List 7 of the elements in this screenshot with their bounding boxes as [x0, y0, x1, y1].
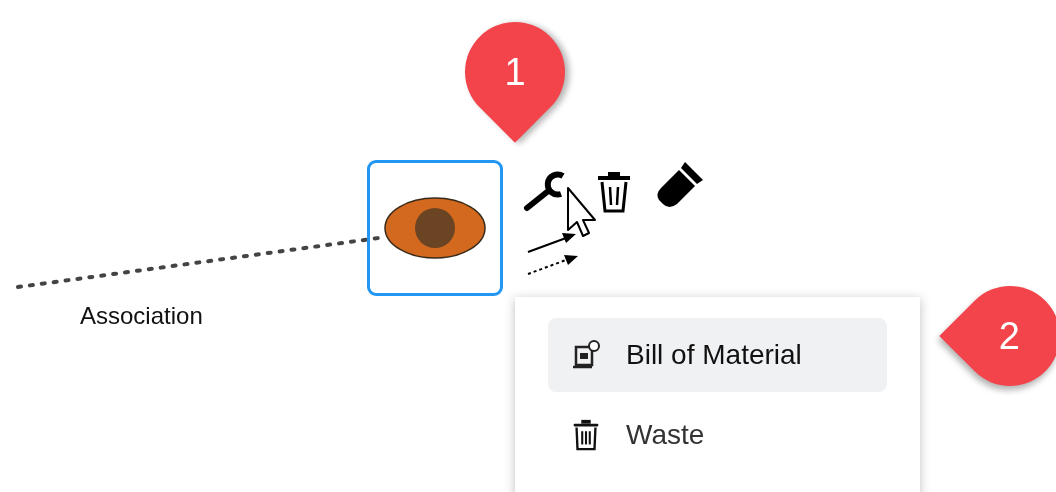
cursor-icon — [566, 186, 598, 240]
menu-item[interactable]: Bill of Material — [548, 318, 887, 392]
brush-icon[interactable] — [655, 160, 705, 210]
diagram-node[interactable] — [367, 160, 503, 296]
connector-label: Association — [80, 302, 203, 330]
eye-icon — [383, 196, 487, 260]
menu-item[interactable]: Waste — [548, 398, 887, 472]
